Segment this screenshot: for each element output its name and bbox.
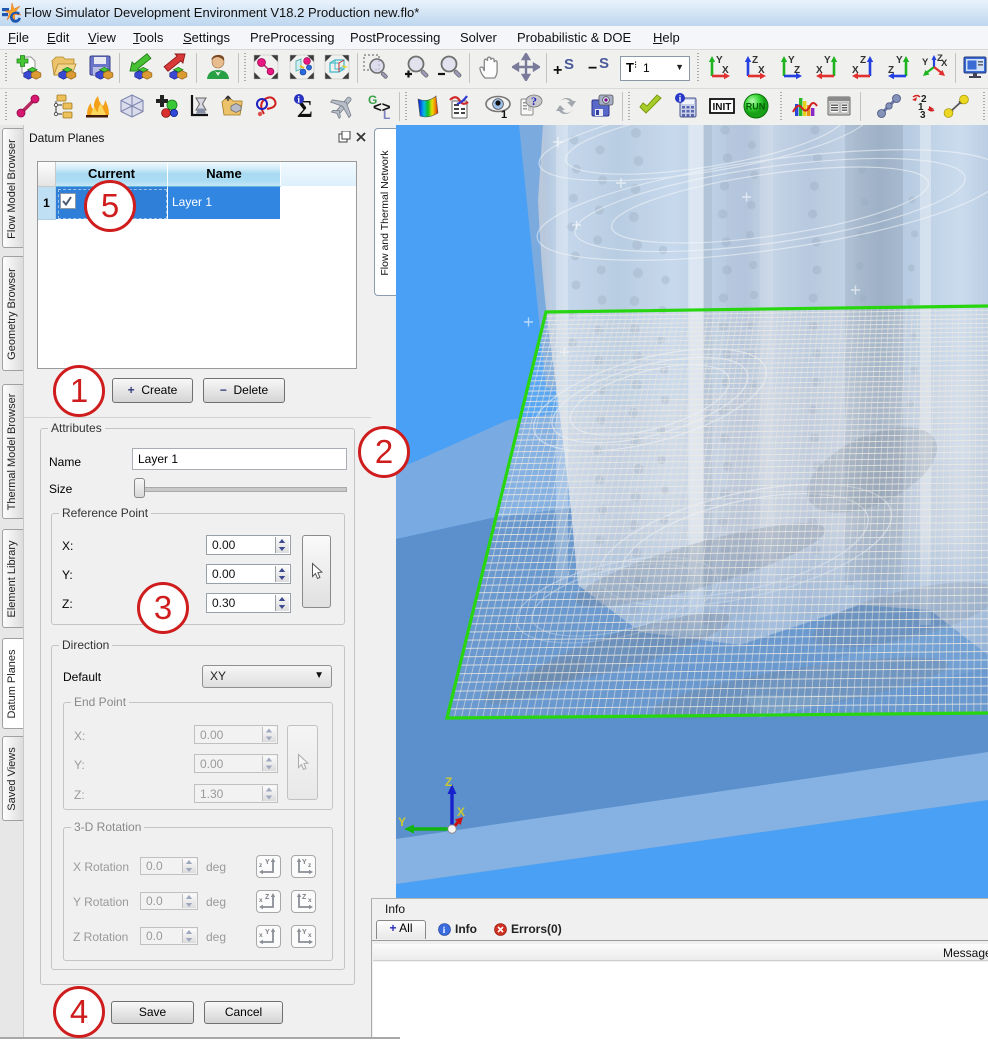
svg-text:Y: Y — [398, 815, 406, 829]
svg-text:Z: Z — [302, 894, 307, 901]
svg-text:S: S — [599, 55, 609, 72]
svg-text:x: x — [308, 897, 312, 904]
svg-text:1: 1 — [501, 109, 507, 120]
svg-text:?: ? — [531, 94, 537, 108]
svg-text:L: L — [383, 108, 390, 120]
svg-text:3: 3 — [920, 110, 926, 120]
svg-text:Y: Y — [922, 57, 929, 68]
svg-text:−: − — [588, 60, 597, 77]
svg-text:Y: Y — [302, 859, 307, 866]
svg-text:Y: Y — [824, 55, 831, 66]
svg-text:X: X — [816, 65, 823, 76]
svg-text:X: X — [758, 65, 765, 76]
svg-text:z: z — [259, 862, 263, 869]
svg-text:Z: Z — [265, 894, 270, 901]
svg-text:X: X — [941, 58, 948, 69]
svg-text:x: x — [259, 897, 263, 904]
svg-text:x: x — [308, 932, 312, 939]
svg-text:Y: Y — [302, 929, 307, 936]
svg-text:Z: Z — [794, 65, 800, 76]
svg-text:Z: Z — [888, 65, 894, 76]
svg-text:Z: Z — [860, 55, 866, 66]
svg-text:Z: Z — [445, 775, 452, 789]
svg-text:Y: Y — [896, 55, 903, 66]
svg-text:x: x — [259, 932, 263, 939]
svg-text:X: X — [457, 805, 465, 819]
svg-text:z: z — [308, 862, 312, 869]
svg-text:INIT: INIT — [713, 102, 732, 113]
svg-text:Y: Y — [265, 929, 270, 936]
svg-text:X: X — [722, 65, 729, 76]
svg-text:S: S — [564, 56, 574, 73]
svg-text:RUN: RUN — [746, 102, 766, 112]
svg-text:X: X — [852, 65, 859, 76]
svg-text:Y: Y — [265, 859, 270, 866]
svg-text:i: i — [297, 96, 300, 106]
svg-text:+: + — [553, 62, 562, 79]
